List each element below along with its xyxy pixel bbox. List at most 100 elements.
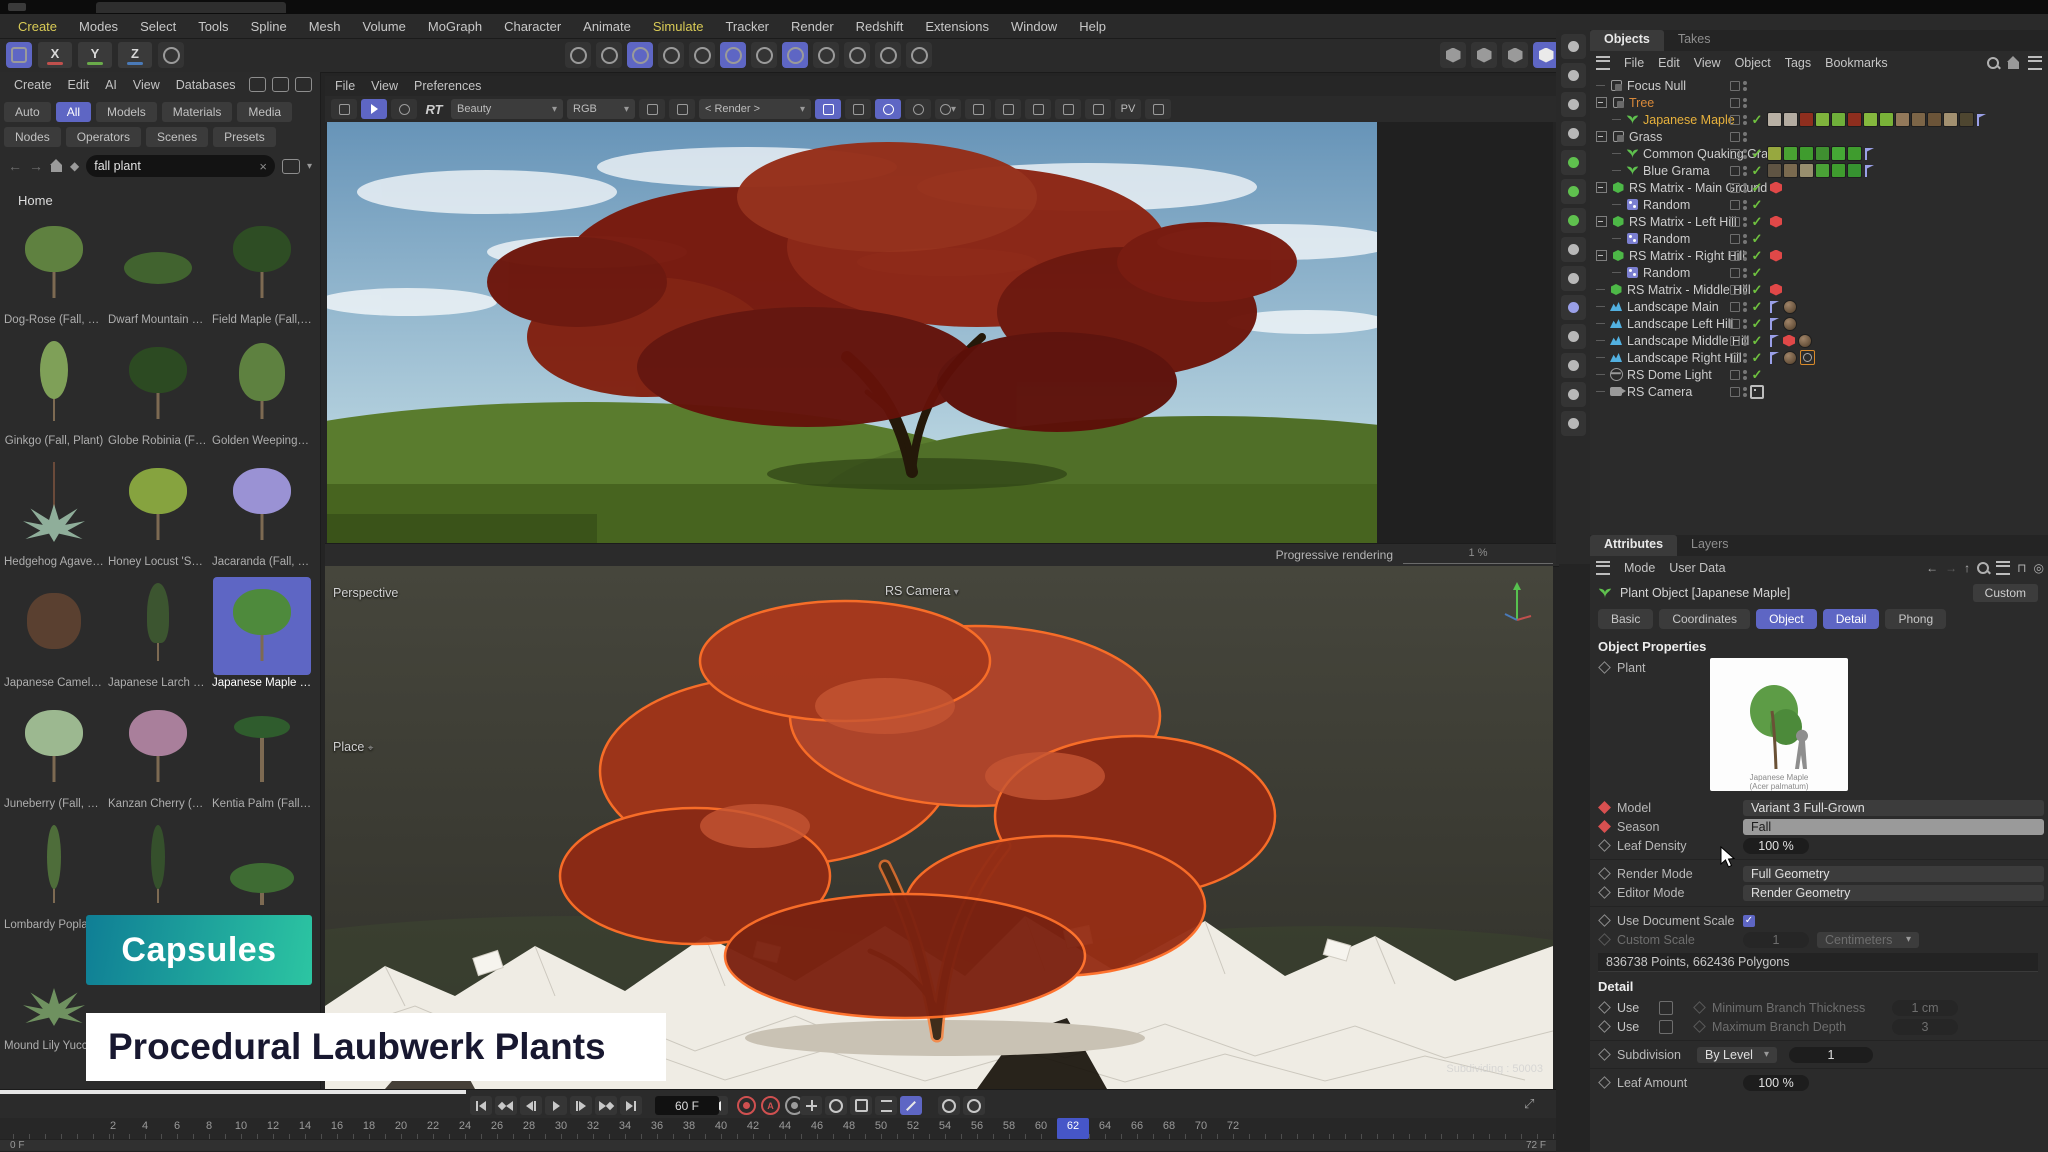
visibility-dots[interactable] [1743,370,1747,380]
enabled-checkmark[interactable]: ✓ [1750,231,1764,247]
asset-menu-item[interactable]: Edit [68,78,90,92]
visibility-dots[interactable] [1743,319,1747,329]
search-input[interactable]: fall plant × [86,155,275,177]
layer-toggle[interactable] [1730,353,1740,363]
lock-icon[interactable] [815,99,841,119]
filter-chip[interactable]: All [56,102,91,122]
sim-balloon-icon[interactable] [1561,179,1586,204]
timeline-tick[interactable]: 40 [705,1118,737,1139]
capsule-layout-1-icon[interactable] [1440,42,1466,68]
snapshot-icon[interactable] [875,99,901,119]
document-tab[interactable] [96,2,286,13]
render-view-menu-item[interactable]: File [335,79,355,93]
timeline-tick[interactable]: 34 [609,1118,641,1139]
popout-icon[interactable] [295,77,312,92]
timeline-tick[interactable]: 28 [513,1118,545,1139]
object-tree-row[interactable]: Random ✓ [1590,196,2048,213]
render-view-menu-item[interactable]: Preferences [414,79,481,93]
asset-thumbnail[interactable] [213,214,311,312]
axis-lock-button[interactable]: X [38,42,72,68]
field-icon[interactable] [1561,324,1586,349]
annotation-flag-icon[interactable] [1770,318,1780,330]
object-name[interactable]: Landscape Right Hill [1627,351,1742,365]
visibility-dots[interactable] [1743,285,1747,295]
breadcrumb[interactable]: Home [0,183,320,212]
visibility-dots[interactable] [1743,251,1747,261]
camera-dropdown-icon[interactable]: ▾ [954,587,959,598]
asset-item[interactable]: Field Maple (Fall, Plant) [210,214,314,335]
visibility-dots[interactable] [1743,336,1747,346]
menubar-item[interactable]: Redshift [856,19,904,34]
object-menu-item[interactable]: Bookmarks [1825,56,1888,70]
menubar-item[interactable]: Tools [198,19,228,34]
visibility-dots[interactable] [1743,234,1747,244]
object-name[interactable]: Random [1643,266,1690,280]
timeline-tick[interactable]: 10 [225,1118,257,1139]
render-target-dropdown[interactable]: < Render >▾ [699,99,811,119]
object-tree-row[interactable]: Landscape Left Hill ✓ [1590,315,2048,332]
next-frame-button[interactable] [570,1096,592,1115]
asset-item[interactable]: Juneberry (Fall, Plant) [2,698,106,819]
timeline-tick[interactable]: 18 [353,1118,385,1139]
asset-menu-item[interactable]: AI [105,78,117,92]
image-add-icon[interactable] [1085,99,1111,119]
layer-toggle[interactable] [1730,285,1740,295]
layer-toggle[interactable] [1730,217,1740,227]
asset-item[interactable]: Dog-Rose (Fall, Plant) [2,214,106,335]
object-tree-row[interactable]: RS Matrix - Right Hill ✓ [1590,247,2048,264]
timeline-tick[interactable]: 70 [1185,1118,1217,1139]
asset-item[interactable]: Honey Locust 'Sunbur... [106,456,210,577]
timeline-tick[interactable]: 44 [769,1118,801,1139]
region-icon[interactable] [995,99,1021,119]
layer-toggle[interactable] [1730,115,1740,125]
object-tree-row[interactable]: Common Quaking Grass ✓ [1590,145,2048,162]
visibility-dots[interactable] [1743,353,1747,363]
object-name[interactable]: Landscape Left Hill [1627,317,1733,331]
menubar-item[interactable]: MoGraph [428,19,482,34]
forward-icon[interactable]: → [29,158,43,174]
asset-thumbnail[interactable] [213,577,311,675]
stripes-icon[interactable] [1025,99,1051,119]
menubar-item[interactable]: Character [504,19,561,34]
object-tree-row[interactable]: Landscape Right Hill ✓ [1590,349,2048,366]
asset-item[interactable]: Japanese Camellia (Fal... [2,577,106,698]
menubar-item[interactable]: Window [1011,19,1057,34]
asset-thumbnail[interactable] [109,214,207,312]
asset-thumbnail[interactable] [213,335,311,433]
lock-icon[interactable]: ⊓ [2017,561,2026,575]
leaf-density-field[interactable]: 100 % [1743,838,1809,854]
annotation-flag-icon[interactable] [1770,352,1780,364]
asset-thumbnail[interactable] [109,335,207,433]
attribute-tab-button[interactable]: Basic [1598,609,1653,629]
annotation-flag-icon[interactable] [1865,165,1875,177]
move-tool-icon[interactable] [1561,34,1586,59]
enabled-checkmark[interactable]: ✓ [1750,112,1764,128]
asset-thumbnail[interactable] [5,819,103,917]
filter-chip[interactable]: Materials [162,102,233,122]
timeline-tick[interactable]: 60 [1025,1118,1057,1139]
object-tree-row[interactable]: Blue Grama ✓ [1590,162,2048,179]
asset-thumbnail[interactable] [109,819,207,917]
timeline-tick[interactable]: 12 [257,1118,289,1139]
search-icon[interactable] [1987,57,1999,69]
editor-mode-dropdown[interactable]: Render Geometry [1743,885,2044,901]
attributes-tab[interactable]: Layers [1677,535,1743,556]
enabled-checkmark[interactable]: ✓ [1750,265,1764,281]
object-name[interactable]: Random [1643,232,1690,246]
camera-active-icon[interactable] [1750,385,1764,399]
asset-thumbnail[interactable] [5,698,103,796]
asset-thumbnail[interactable] [109,456,207,554]
coordinate-system-icon[interactable] [158,42,184,68]
menubar-item[interactable]: Simulate [653,19,704,34]
autokey-button[interactable]: A [761,1096,780,1115]
asset-thumbnail[interactable] [213,456,311,554]
asset-menu-item[interactable]: Databases [176,78,236,92]
axis-lock-button[interactable]: Y [78,42,112,68]
object-tree-row[interactable]: Random ✓ [1590,264,2048,281]
record-pla-button[interactable] [900,1096,922,1115]
timeline-tick[interactable]: 38 [673,1118,705,1139]
menubar-item[interactable]: Extensions [925,19,989,34]
refresh-icon[interactable] [391,99,417,119]
timeline-tick[interactable]: 68 [1153,1118,1185,1139]
visibility-dots[interactable] [1743,149,1747,159]
